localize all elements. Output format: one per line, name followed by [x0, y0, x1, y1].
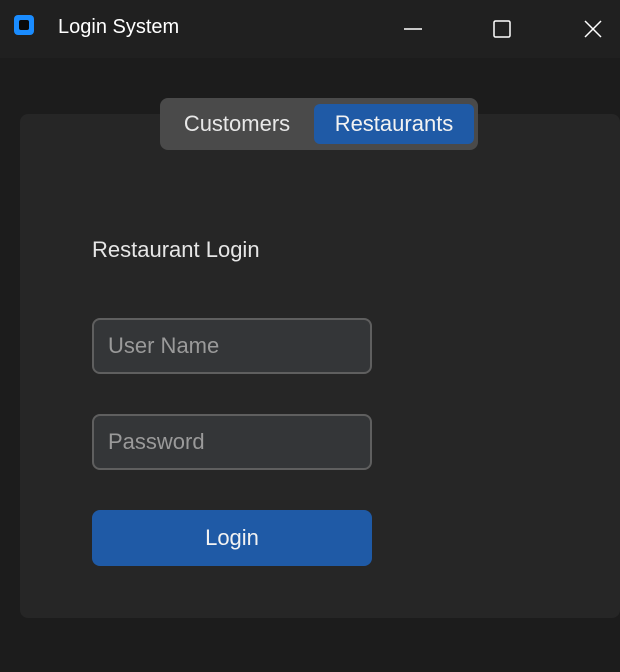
- login-button[interactable]: Login: [92, 510, 372, 566]
- window-title: Login System: [58, 16, 180, 38]
- restaurant-login-heading: Restaurant Login: [92, 237, 260, 262]
- close-button[interactable]: [563, 0, 620, 58]
- password-input[interactable]: [92, 414, 372, 470]
- close-icon: [584, 20, 602, 38]
- title-bar: Login System: [0, 0, 620, 58]
- minimize-button[interactable]: [383, 0, 443, 58]
- login-window: Login System Customers Restaurants Resta…: [0, 0, 620, 672]
- maximize-icon: [493, 20, 511, 38]
- username-input[interactable]: [92, 318, 372, 374]
- minimize-icon: [404, 28, 422, 30]
- tab-customers[interactable]: Customers: [164, 104, 310, 144]
- tab-restaurants[interactable]: Restaurants: [314, 104, 474, 144]
- app-icon: [14, 15, 34, 35]
- tab-selector: Customers Restaurants: [160, 98, 478, 150]
- maximize-button[interactable]: [472, 0, 532, 58]
